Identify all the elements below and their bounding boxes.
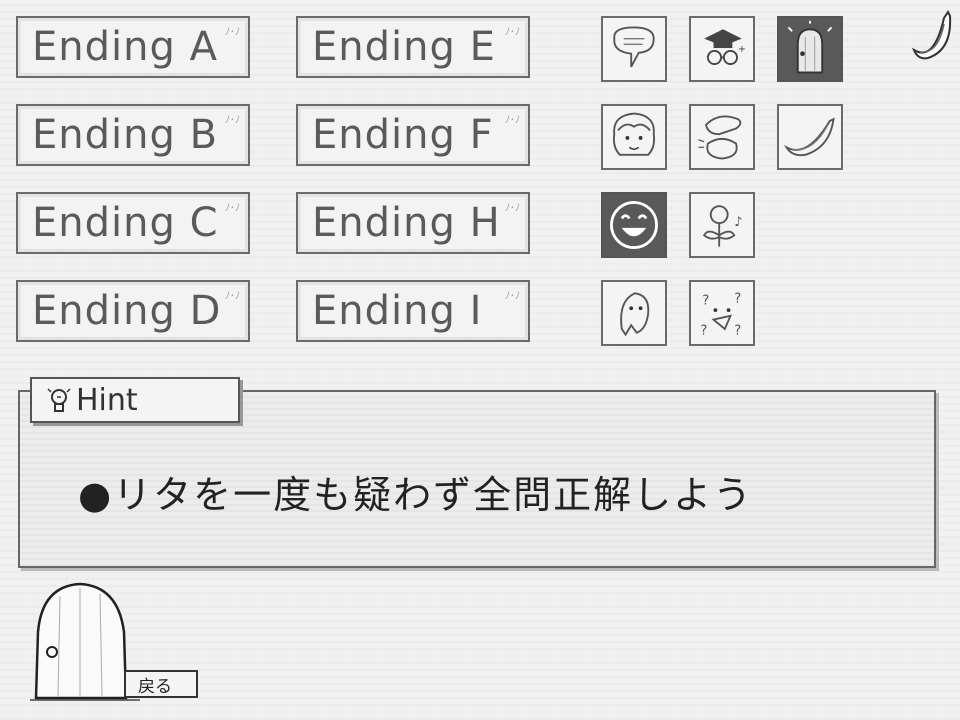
hint-tab: Hint (30, 377, 240, 423)
singing-flower-icon: ♪ (702, 205, 743, 247)
banana-menu-icon[interactable] (908, 6, 954, 64)
tick-mark: ﾉ･ﾉ (505, 203, 520, 214)
svg-text:♪: ♪ (734, 215, 742, 230)
tick-mark: ﾉ･ﾉ (225, 115, 240, 126)
ending-i-label: Ending I (312, 288, 483, 334)
ending-d-button[interactable]: Ending D ﾉ･ﾉ (16, 280, 250, 342)
hint-text: ●リタを一度も疑わず全問正解しよう (78, 473, 754, 517)
banana-icon (783, 117, 835, 157)
ending-c-button[interactable]: Ending C ﾉ･ﾉ (16, 192, 250, 254)
hint-tab-label: Hint (76, 382, 138, 418)
lightbulb-icon (44, 385, 74, 417)
confused-face-icon: ? ? ? ? (700, 292, 741, 339)
ending-h-button[interactable]: Ending H ﾉ･ﾉ (296, 192, 530, 254)
ghost-tile[interactable] (601, 280, 667, 346)
girl-portrait-icon (612, 112, 656, 156)
tick-mark: ﾉ･ﾉ (225, 27, 240, 38)
ending-a-label: Ending A (32, 24, 218, 70)
banana-tile[interactable] (777, 104, 843, 170)
tick-mark: ﾉ･ﾉ (225, 291, 240, 302)
svg-text:?: ? (702, 294, 709, 309)
ending-f-label: Ending F (312, 112, 494, 158)
ending-d-label: Ending D (32, 288, 222, 334)
ending-h-label: Ending H (312, 200, 501, 246)
graduate-glasses-icon: + (704, 29, 746, 65)
confused-face-tile[interactable]: ? ? ? ? (689, 280, 755, 346)
back-button-label[interactable]: 戻る (124, 670, 198, 698)
graduate-glasses-tile[interactable]: + (689, 16, 755, 82)
girl-portrait-tile[interactable] (601, 104, 667, 170)
door-glowing-icon (787, 20, 833, 74)
tick-mark: ﾉ･ﾉ (505, 291, 520, 302)
ending-f-button[interactable]: Ending F ﾉ･ﾉ (296, 104, 530, 166)
ending-e-button[interactable]: Ending E ﾉ･ﾉ (296, 16, 530, 78)
ghost-icon (620, 292, 650, 337)
svg-text:?: ? (734, 324, 741, 339)
singing-flower-tile[interactable]: ♪ (689, 192, 755, 258)
grinning-face-tile[interactable] (601, 192, 667, 258)
svg-text:?: ? (734, 292, 741, 307)
door-glowing-tile[interactable] (777, 16, 843, 82)
ending-a-button[interactable]: Ending A ﾉ･ﾉ (16, 16, 250, 78)
hand-patting-tile[interactable] (689, 104, 755, 170)
ending-i-button[interactable]: Ending I ﾉ･ﾉ (296, 280, 530, 342)
grinning-face-icon (610, 201, 658, 249)
tick-mark: ﾉ･ﾉ (505, 115, 520, 126)
svg-text:?: ? (700, 324, 707, 339)
ending-b-button[interactable]: Ending B ﾉ･ﾉ (16, 104, 250, 166)
speech-bubble-tile[interactable] (601, 16, 667, 82)
svg-text:+: + (738, 44, 746, 55)
tick-mark: ﾉ･ﾉ (505, 27, 520, 38)
hand-patting-icon (698, 115, 742, 160)
ending-c-label: Ending C (32, 200, 219, 246)
speech-bubble-icon (613, 26, 655, 68)
ending-b-label: Ending B (32, 112, 219, 158)
ending-e-label: Ending E (312, 24, 496, 70)
tick-mark: ﾉ･ﾉ (225, 203, 240, 214)
